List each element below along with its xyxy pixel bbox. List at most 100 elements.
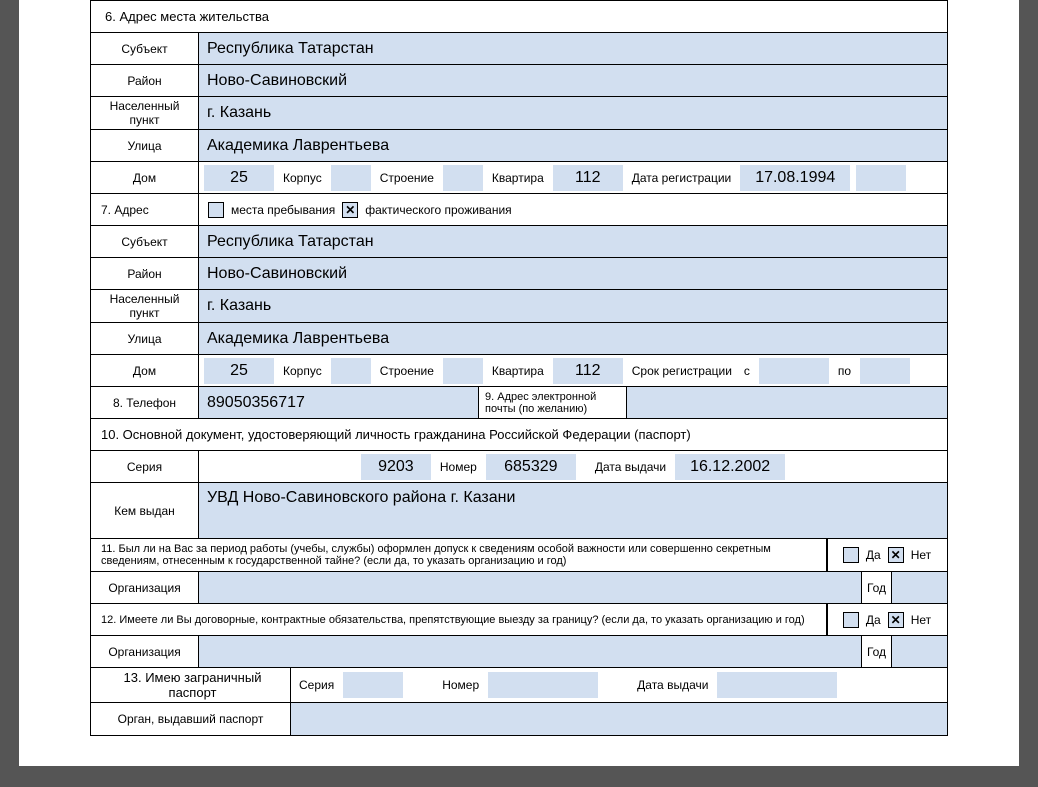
input-apartment-6[interactable]: 112 bbox=[553, 165, 623, 191]
input-reg-from[interactable] bbox=[759, 358, 829, 384]
label-korpus: Корпус bbox=[279, 171, 326, 185]
input-apartment-7[interactable]: 112 bbox=[553, 358, 623, 384]
row-subject-6: Субъект Республика Татарстан bbox=[91, 33, 947, 65]
row-street-7: Улица Академика Лаврентьева bbox=[91, 323, 947, 355]
row-phone-email: 8. Телефон 89050356717 9. Адрес электрон… bbox=[91, 387, 947, 419]
row-11-org: Организация Год bbox=[91, 572, 947, 604]
checkbox-fact[interactable]: ✕ bbox=[342, 202, 358, 218]
label-phone: 8. Телефон bbox=[91, 387, 199, 418]
label-from: с bbox=[740, 364, 754, 378]
label-district-7: Район bbox=[91, 258, 199, 289]
input-subject-6[interactable]: Республика Татарстан bbox=[199, 33, 947, 64]
section12-header: 12. Имеете ли Вы договорные, контрактные… bbox=[91, 604, 947, 636]
input-series[interactable]: 9203 bbox=[361, 454, 431, 480]
label-11-year: Год bbox=[862, 572, 892, 603]
row-district-7: Район Ново-Савиновский bbox=[91, 258, 947, 290]
input-11-year[interactable] bbox=[892, 572, 947, 603]
section6-title: 6. Адрес места жительства bbox=[91, 1, 947, 32]
label-to: по bbox=[834, 364, 855, 378]
input-13-series[interactable] bbox=[343, 672, 403, 698]
label-11-no: Нет bbox=[907, 548, 935, 562]
input-korpus-7[interactable] bbox=[331, 358, 371, 384]
section11-header: 11. Был ли на Вас за период работы (учеб… bbox=[91, 539, 947, 572]
label-stay: места пребывания bbox=[227, 203, 339, 217]
input-13-date[interactable] bbox=[717, 672, 837, 698]
input-number[interactable]: 685329 bbox=[486, 454, 576, 480]
section13-row2: Орган, выдавший паспорт bbox=[91, 703, 947, 735]
label-13-issued-by: Орган, выдавший паспорт bbox=[91, 703, 291, 735]
label-subject-7: Субъект bbox=[91, 226, 199, 257]
label-11-yes: Да bbox=[862, 548, 885, 562]
row-issued-by: Кем выдан УВД Ново-Савиновского района г… bbox=[91, 483, 947, 539]
label-fact: фактического проживания bbox=[361, 203, 515, 217]
section10-header: 10. Основной документ, удостоверяющий ли… bbox=[91, 419, 947, 451]
label-street: Улица bbox=[91, 130, 199, 161]
section13-title: 13. Имею заграничный паспорт bbox=[91, 668, 291, 702]
section12-text: 12. Имеете ли Вы договорные, контрактные… bbox=[91, 604, 827, 635]
input-house-7[interactable]: 25 bbox=[204, 358, 274, 384]
label-series: Серия bbox=[91, 451, 199, 482]
input-district-7[interactable]: Ново-Савиновский bbox=[199, 258, 947, 289]
section6-header: 6. Адрес места жительства bbox=[91, 1, 947, 33]
row-passport-main: Серия 9203 Номер 685329 Дата выдачи 16.1… bbox=[91, 451, 947, 483]
label-building-7: Строение bbox=[376, 364, 438, 378]
checkbox-12-yes[interactable] bbox=[843, 612, 859, 628]
input-13-issued-by[interactable] bbox=[291, 703, 947, 735]
input-house-6[interactable]: 25 bbox=[204, 165, 274, 191]
label-email: 9. Адрес электронной почты (по желанию) bbox=[479, 387, 627, 418]
row-locality-7: Населенный пункт г. Казань bbox=[91, 290, 947, 323]
label-house-7: Дом bbox=[91, 355, 199, 386]
input-issue-date[interactable]: 16.12.2002 bbox=[675, 454, 785, 480]
section11-text: 11. Был ли на Вас за период работы (учеб… bbox=[91, 539, 827, 571]
label-issued-by: Кем выдан bbox=[91, 483, 199, 538]
input-13-number[interactable] bbox=[488, 672, 598, 698]
input-subject-7[interactable]: Республика Татарстан bbox=[199, 226, 947, 257]
input-phone[interactable]: 89050356717 bbox=[199, 387, 479, 418]
input-reg-to[interactable] bbox=[860, 358, 910, 384]
label-12-no: Нет bbox=[907, 613, 935, 627]
checkbox-stay[interactable] bbox=[208, 202, 224, 218]
label-issue-date: Дата выдачи bbox=[591, 460, 670, 474]
label-building: Строение bbox=[376, 171, 438, 185]
section7-title: 7. Адрес bbox=[91, 194, 199, 225]
label-12-year: Год bbox=[862, 636, 892, 667]
label-apartment: Квартира bbox=[488, 171, 548, 185]
label-regdate: Дата регистрации bbox=[628, 171, 735, 185]
input-11-org[interactable] bbox=[199, 572, 862, 603]
input-street-7[interactable]: Академика Лаврентьева bbox=[199, 323, 947, 354]
section10-title: 10. Основной документ, удостоверяющий ли… bbox=[91, 419, 947, 450]
row-house-7: Дом 25 Корпус Строение Квартира 112 Срок… bbox=[91, 355, 947, 387]
label-district: Район bbox=[91, 65, 199, 96]
label-korpus-7: Корпус bbox=[279, 364, 326, 378]
section13-row1: 13. Имею заграничный паспорт Серия Номер… bbox=[91, 668, 947, 703]
input-locality-6[interactable]: г. Казань bbox=[199, 97, 947, 129]
label-subject: Субъект bbox=[91, 33, 199, 64]
input-email[interactable] bbox=[627, 387, 947, 418]
input-korpus-6[interactable] bbox=[331, 165, 371, 191]
input-issued-by[interactable]: УВД Ново-Савиновского района г. Казани bbox=[199, 483, 947, 538]
label-street-7: Улица bbox=[91, 323, 199, 354]
input-12-year[interactable] bbox=[892, 636, 947, 667]
checkbox-11-yes[interactable] bbox=[843, 547, 859, 563]
row-locality-6: Населенный пункт г. Казань bbox=[91, 97, 947, 130]
input-12-org[interactable] bbox=[199, 636, 862, 667]
label-13-series: Серия bbox=[295, 678, 338, 692]
row-subject-7: Субъект Республика Татарстан bbox=[91, 226, 947, 258]
label-number: Номер bbox=[436, 460, 481, 474]
label-house: Дом bbox=[91, 162, 199, 193]
checkbox-12-no[interactable]: ✕ bbox=[888, 612, 904, 628]
row-street-6: Улица Академика Лаврентьева bbox=[91, 130, 947, 162]
row-house-6: Дом 25 Корпус Строение Квартира 112 Дата… bbox=[91, 162, 947, 194]
row-12-org: Организация Год bbox=[91, 636, 947, 668]
input-building-6[interactable] bbox=[443, 165, 483, 191]
input-street-6[interactable]: Академика Лаврентьева bbox=[199, 130, 947, 161]
label-locality-7: Населенный пункт bbox=[91, 290, 199, 322]
input-district-6[interactable]: Ново-Савиновский bbox=[199, 65, 947, 96]
input-building-7[interactable] bbox=[443, 358, 483, 384]
input-locality-7[interactable]: г. Казань bbox=[199, 290, 947, 322]
label-12-org: Организация bbox=[91, 636, 199, 667]
checkbox-11-no[interactable]: ✕ bbox=[888, 547, 904, 563]
label-apartment-7: Квартира bbox=[488, 364, 548, 378]
input-regdate-6[interactable]: 17.08.1994 bbox=[740, 165, 850, 191]
passport-form: 6. Адрес места жительства Субъект Респуб… bbox=[90, 0, 948, 736]
